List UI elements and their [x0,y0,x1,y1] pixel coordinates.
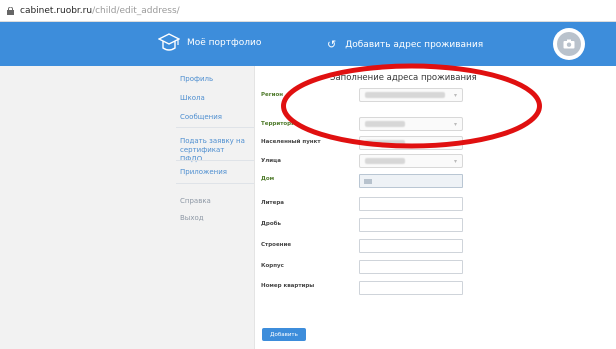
url-path: /child/edit_address/ [92,5,180,16]
sidebar-item-school[interactable]: Школа [180,94,205,103]
sidebar-item-profile[interactable]: Профиль [180,75,213,84]
brand-label: Моё портфолио [187,38,262,48]
apartment-input[interactable] [359,281,463,295]
sidebar-item-logout[interactable]: Выход [180,214,204,223]
avatar[interactable] [553,28,585,60]
refresh-icon: ↺ [327,38,337,51]
sidebar-divider [176,127,254,128]
select-value-blur [365,121,405,127]
territory-label: Территория [261,121,299,127]
apartment-label: Номер квартиры [261,283,315,289]
litera-label: Литера [261,200,284,206]
sidebar-item-messages[interactable]: Сообщения [180,113,222,122]
sidebar-item-help[interactable]: Справка [180,197,211,206]
sidebar-divider [176,160,254,161]
litera-input[interactable] [359,197,463,211]
chevron-down-icon: ▾ [453,92,457,99]
address-form: Заполнение адреса проживания Регион ▾ Те… [254,66,616,349]
street-select[interactable]: ▾ [359,154,463,168]
graduation-cap-icon [158,33,180,51]
avatar-circle [557,32,581,56]
url-host: cabinet.ruobr.ru [20,5,93,16]
chevron-down-icon: ▾ [453,158,457,165]
address-bar[interactable]: cabinet.ruobr.ru /child/edit_address/ [0,0,616,22]
portfolio-link[interactable]: Моё портфолио [158,32,261,54]
fraction-input[interactable] [359,218,463,232]
camera-icon [563,39,575,49]
chevron-down-icon: ▾ [453,140,457,147]
house-label: Дом [261,176,275,182]
building-input[interactable] [359,239,463,253]
chevron-down-icon: ▾ [453,121,457,128]
add-address-label: Добавить адрес проживания [345,39,484,50]
add-address-heading: ↺ Добавить адрес проживания [327,38,483,51]
select-value-blur [365,158,405,164]
region-select[interactable]: ▾ [359,88,463,102]
region-label: Регион [261,92,284,98]
select-value-blur [365,140,405,146]
sidebar-divider [176,183,254,184]
form-title: Заполнение адреса проживания [330,73,477,83]
locality-label: Населенный пункт [261,139,321,145]
input-value-blur [364,179,372,184]
add-button[interactable]: Добавить [262,328,306,341]
sidebar-item-applications[interactable]: Приложения [180,168,227,177]
korpus-input[interactable] [359,260,463,274]
territory-select[interactable]: ▾ [359,117,463,131]
building-label: Строение [261,242,292,248]
select-value-blur [365,92,445,98]
locality-select[interactable]: ▾ [359,136,463,150]
app-header: Моё портфолио ↺ Добавить адрес проживани… [0,22,616,66]
house-input[interactable] [359,174,463,188]
street-label: Улица [261,158,281,164]
korpus-label: Корпус [261,263,284,269]
fraction-label: Дробь [261,221,281,227]
lock-icon [7,6,14,15]
